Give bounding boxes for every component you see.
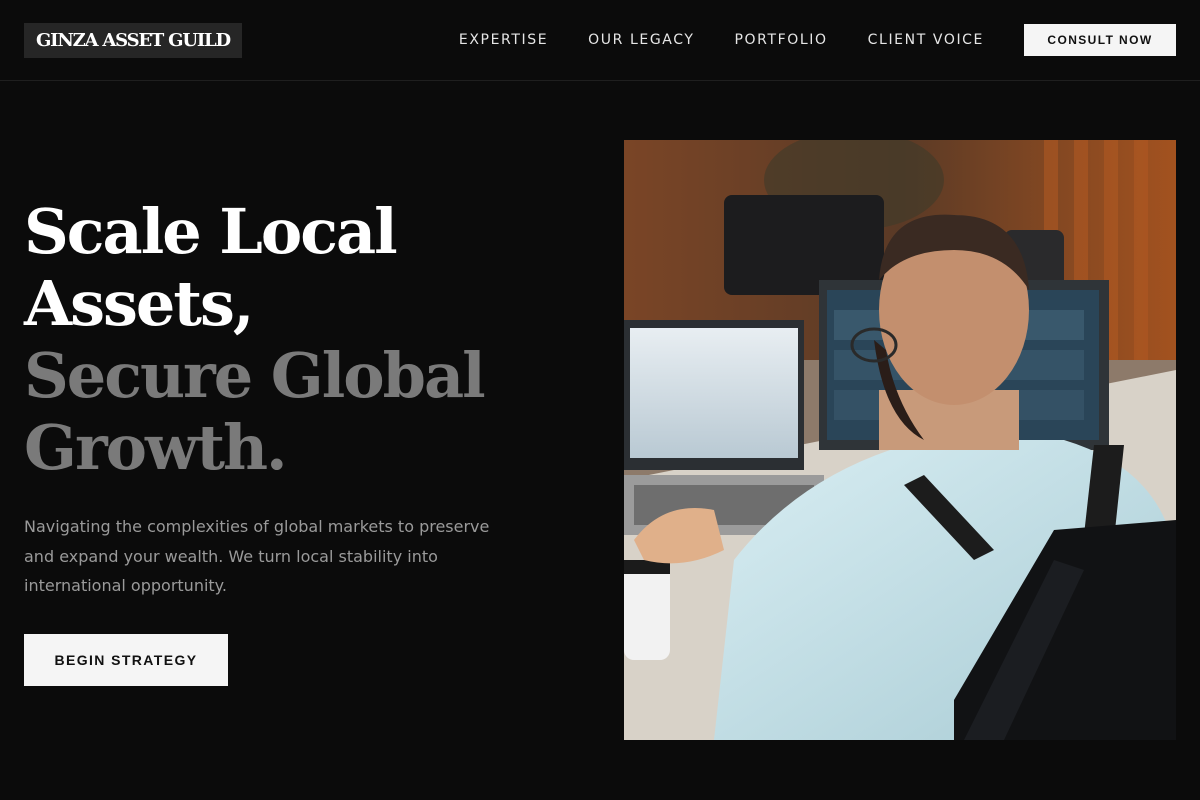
hero-headline: Scale Local Assets, Secure Global Growth… — [24, 196, 584, 484]
headline-line-4: Growth. — [24, 411, 288, 484]
nav-link-expertise[interactable]: EXPERTISE — [459, 32, 548, 48]
begin-strategy-button[interactable]: BEGIN STRATEGY — [24, 634, 228, 686]
headline-line-3: Secure Global — [24, 339, 486, 412]
brand-logo[interactable]: GINZA ASSET GUILD — [24, 22, 242, 58]
hero-subcopy: Navigating the complexities of global ma… — [24, 517, 490, 595]
headline-line-1: Scale Local — [24, 195, 398, 268]
nav-link-client-voice[interactable]: CLIENT VOICE — [868, 32, 984, 48]
hero-photo-man-at-computer — [624, 140, 1176, 740]
hero-section: Scale Local Assets, Secure Global Growth… — [24, 196, 584, 601]
headline-line-2: Assets, — [24, 267, 255, 340]
site-header: GINZA ASSET GUILD EXPERTISE OUR LEGACY P… — [0, 0, 1200, 81]
nav-link-portfolio[interactable]: PORTFOLIO — [735, 32, 828, 48]
main-nav: EXPERTISE OUR LEGACY PORTFOLIO CLIENT VO… — [459, 24, 1176, 56]
nav-link-our-legacy[interactable]: OUR LEGACY — [588, 32, 694, 48]
consult-now-button[interactable]: CONSULT NOW — [1024, 24, 1176, 56]
